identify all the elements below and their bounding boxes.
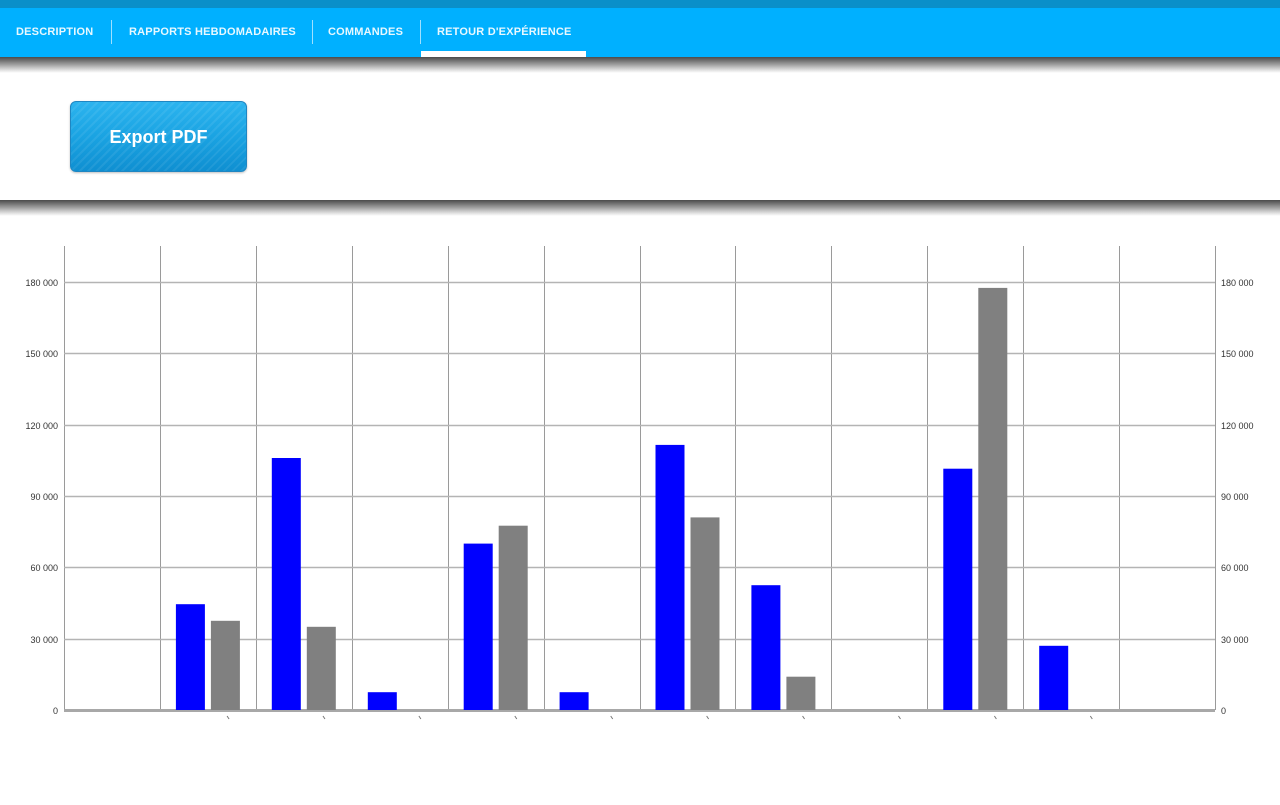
bar-series-1 bbox=[559, 692, 589, 710]
x-tick-mark bbox=[226, 715, 230, 720]
toolbar: Export PDF bbox=[0, 73, 1280, 200]
y-tick-label-left: 180 000 bbox=[25, 278, 58, 288]
tab-retour-experience[interactable]: RETOUR D'EXPÉRIENCE bbox=[421, 8, 586, 57]
chart-area: 0 0 30 000 30 000 60 000 60 000 90 000 90 000 12… bbox=[0, 216, 1280, 800]
tab-rapports-hebdomadaires[interactable]: RAPPORTS HEBDOMADAIRES bbox=[112, 8, 312, 57]
y-tick-label-right: 60 000 bbox=[1221, 563, 1249, 573]
y-tick-label-left: 30 000 bbox=[30, 635, 58, 645]
x-tick-mark bbox=[802, 715, 805, 720]
y-tick-label-right: 180 000 bbox=[1221, 278, 1254, 288]
y-tick-label-left: 150 000 bbox=[25, 349, 58, 359]
x-tick-mark bbox=[993, 715, 997, 720]
bar-series-1 bbox=[655, 444, 685, 710]
tab-label: COMMANDES bbox=[328, 26, 404, 38]
bar-series-2 bbox=[498, 525, 528, 710]
x-tick-mark bbox=[418, 715, 422, 720]
bar-series-1 bbox=[943, 468, 973, 710]
x-tick-mark bbox=[898, 715, 901, 720]
tab-label: DESCRIPTION bbox=[16, 26, 94, 38]
y-tick-label-left: 60 000 bbox=[30, 563, 58, 573]
tab-bar: DESCRIPTION RAPPORTS HEBDOMADAIRES COMMA… bbox=[0, 8, 1280, 57]
bar-series-1 bbox=[463, 543, 493, 710]
bar-chart: 0 0 30 000 30 000 60 000 60 000 90 000 90 000 12… bbox=[25, 246, 1254, 720]
bar-series-1 bbox=[751, 585, 781, 710]
tab-commandes[interactable]: COMMANDES bbox=[313, 8, 420, 57]
bar-series-2 bbox=[306, 626, 336, 710]
toolbar-shadow bbox=[0, 200, 1280, 216]
export-pdf-button[interactable]: Export PDF bbox=[70, 101, 247, 172]
x-tick-mark bbox=[514, 715, 518, 720]
y-tick-label-right: 30 000 bbox=[1221, 635, 1249, 645]
bar-series-1 bbox=[1039, 645, 1069, 710]
tab-label: RAPPORTS HEBDOMADAIRES bbox=[129, 26, 296, 38]
x-tick-mark bbox=[706, 715, 710, 720]
bar-series-2 bbox=[210, 620, 240, 710]
status-strip bbox=[0, 0, 1280, 8]
y-tick-label-right: 120 000 bbox=[1221, 421, 1254, 431]
bar-series-2 bbox=[786, 676, 816, 710]
bar-series-2 bbox=[690, 517, 720, 710]
header-shadow bbox=[0, 57, 1280, 73]
bar-series-2 bbox=[978, 287, 1008, 710]
y-tick-label-right: 150 000 bbox=[1221, 349, 1254, 359]
x-tick-mark bbox=[1089, 715, 1093, 720]
y-tick-label-right: 90 000 bbox=[1221, 492, 1249, 502]
y-tick-label-left: 120 000 bbox=[25, 421, 58, 431]
y-tick-label-left: 90 000 bbox=[30, 492, 58, 502]
y-tick-label-right: 0 bbox=[1221, 706, 1226, 716]
tab-label: RETOUR D'EXPÉRIENCE bbox=[437, 26, 572, 38]
bar-series-1 bbox=[271, 458, 301, 710]
bar-series-1 bbox=[367, 692, 397, 710]
x-tick-mark bbox=[610, 715, 614, 720]
x-tick-mark bbox=[322, 715, 326, 720]
bar-series-1 bbox=[175, 604, 205, 710]
y-tick-label-left: 0 bbox=[53, 706, 58, 716]
tab-description[interactable]: DESCRIPTION bbox=[0, 8, 111, 57]
